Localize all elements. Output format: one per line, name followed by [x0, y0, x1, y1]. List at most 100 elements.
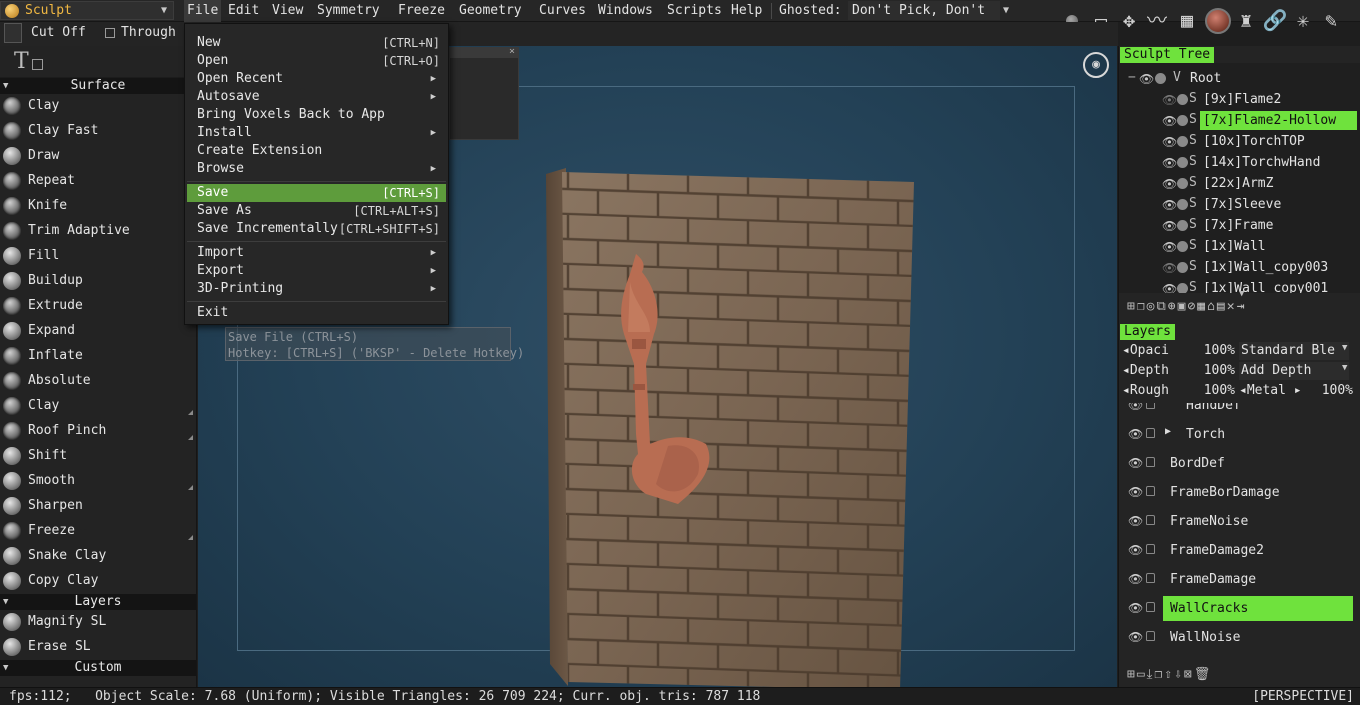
eye-icon[interactable]: 👁 [1162, 114, 1177, 128]
ghost-toggle-icon[interactable] [1177, 241, 1188, 252]
menu-file[interactable]: File [184, 0, 222, 22]
section-header-surface[interactable]: ▼ Surface [0, 78, 196, 94]
tree-row[interactable]: 👁 S [1x]Wall_copy003 [1119, 257, 1360, 278]
tool-draw[interactable]: Draw [0, 144, 196, 169]
tool-extrude[interactable]: Extrude [0, 294, 196, 319]
layer-row-framenoise[interactable]: 👁 FrameNoise [1119, 507, 1360, 536]
menu-item-install[interactable]: Install ▶ [187, 124, 446, 142]
menu-item-exit[interactable]: Exit [187, 304, 446, 322]
cut-off-toggle[interactable] [4, 23, 22, 43]
menu-symmetry[interactable]: Symmetry [314, 0, 383, 22]
tool-sharpen[interactable]: Sharpen [0, 494, 196, 519]
ghost-toggle-icon[interactable] [1177, 136, 1188, 147]
merge-icon[interactable]: ⊕ [1168, 299, 1178, 314]
lock-icon[interactable] [1146, 544, 1155, 554]
delete-layer-icon[interactable]: 🗑 [1194, 667, 1213, 682]
document-icon[interactable]: ▤ [1217, 299, 1227, 314]
lock-icon[interactable] [1146, 573, 1155, 583]
mask-icon[interactable]: ♜ [1233, 5, 1259, 35]
layer-row-wallnoise[interactable]: 👁 WallNoise [1119, 623, 1360, 652]
section-header-layers[interactable]: ▼ Layers [0, 594, 196, 610]
tool-fill[interactable]: Fill [0, 244, 196, 269]
square-icon[interactable] [32, 59, 43, 70]
move-down-icon[interactable]: ⇩ [1174, 667, 1184, 682]
chevron-down-icon[interactable]: ▼ [1003, 0, 1009, 22]
tool-clay-fast[interactable]: Clay Fast [0, 119, 196, 144]
eye-hidden-icon[interactable]: 👁 [1162, 93, 1177, 107]
tool-erase-sl[interactable]: Erase SL [0, 635, 196, 660]
material-sphere-icon[interactable] [1205, 8, 1231, 34]
tool-knife[interactable]: Knife [0, 194, 196, 219]
tool-freeze[interactable]: Freeze [0, 519, 196, 544]
menu-item-save-as[interactable]: Save As [CTRL+ALT+S] [187, 202, 446, 220]
blend-mode-select[interactable]: Standard Ble [1239, 342, 1349, 360]
eye-icon[interactable]: 👁 [1128, 630, 1143, 644]
menu-item-import[interactable]: Import ▶ [187, 244, 446, 262]
tool-clay[interactable]: Clay [0, 94, 196, 119]
delete-icon[interactable]: ✕ [1227, 299, 1237, 314]
tool-trim-adaptive[interactable]: Trim Adaptive [0, 219, 196, 244]
menu-view[interactable]: View [269, 0, 306, 22]
eye-hidden-icon[interactable]: 👁 [1162, 261, 1177, 275]
section-header-custom[interactable]: ▼ Custom [0, 660, 196, 676]
eye-icon[interactable]: 👁 [1128, 485, 1143, 499]
menu-item-new[interactable]: New [CTRL+N] [187, 34, 446, 52]
move-up-icon[interactable]: ⇧ [1164, 667, 1174, 682]
tool-clay[interactable]: Clay [0, 394, 196, 419]
depth-mode-select[interactable]: Add Depth [1239, 362, 1349, 380]
lock-icon[interactable]: ⌂ [1207, 299, 1217, 314]
rough-label[interactable]: ◂Rough [1122, 383, 1169, 398]
checker-pattern-icon[interactable]: ▦ [1174, 5, 1200, 35]
eye-icon[interactable]: 👁 [1128, 543, 1143, 557]
opacity-label[interactable]: ◂Opaci [1122, 343, 1169, 358]
menu-curves[interactable]: Curves [536, 0, 589, 22]
duplicate-icon[interactable]: ❐ [1137, 299, 1147, 314]
add-folder-icon[interactable]: ▭ [1137, 667, 1147, 682]
tool-options-corner-icon[interactable] [188, 435, 193, 440]
menu-item-autosave[interactable]: Autosave ▶ [187, 88, 446, 106]
layer-row-handdef[interactable]: 👁 HandDef [1119, 403, 1360, 420]
split-icon[interactable]: ⊘ [1187, 299, 1197, 314]
tree-row-root[interactable]: − 👁 V Root [1119, 68, 1360, 89]
link-icon[interactable]: 🔗 [1262, 5, 1288, 35]
ghost-toggle-icon[interactable] [1177, 199, 1188, 210]
layer-row-framedamage[interactable]: 👁 FrameDamage [1119, 565, 1360, 594]
stroke-icon[interactable]: 〰 [1144, 5, 1170, 35]
lock-icon[interactable] [1146, 428, 1155, 438]
ghost-toggle-icon[interactable] [1177, 94, 1188, 105]
menu-item-export[interactable]: Export ▶ [187, 262, 446, 280]
tab-layers[interactable]: Layers [1120, 324, 1175, 340]
tree-row[interactable]: 👁 S [7x]Frame [1119, 215, 1360, 236]
projection-mode[interactable]: [PERSPECTIVE] [1252, 689, 1354, 704]
menu-help[interactable]: Help [728, 0, 765, 22]
tool-copy-clay[interactable]: Copy Clay [0, 569, 196, 594]
collapse-icon[interactable]: − [1128, 70, 1136, 85]
tool-options-corner-icon[interactable] [188, 410, 193, 415]
eye-icon[interactable]: 👁 [1128, 601, 1143, 615]
sphere-volume-icon[interactable]: ◎ [1147, 299, 1157, 314]
eye-icon[interactable]: 👁 [1162, 156, 1177, 170]
tool-options-corner-icon[interactable] [188, 535, 193, 540]
tree-row[interactable]: 👁 S [9x]Flame2 [1119, 89, 1360, 110]
duplicate-layer-icon[interactable]: ❐ [1154, 667, 1164, 682]
layer-row-torch[interactable]: 👁 ▶ Torch [1119, 420, 1360, 449]
metal-value[interactable]: 100% [1299, 383, 1353, 398]
eye-icon[interactable]: 👁 [1162, 282, 1177, 293]
symmetry-star-icon[interactable]: ✳ [1290, 5, 1316, 35]
eye-icon[interactable]: 👁 [1162, 135, 1177, 149]
menu-item-save[interactable]: Save [CTRL+S] [187, 184, 446, 202]
eye-icon[interactable]: 👁 [1162, 219, 1177, 233]
metal-label[interactable]: ◂Metal ▸ [1239, 383, 1302, 398]
text-tool-icon[interactable]: T [14, 49, 29, 74]
tool-options-corner-icon[interactable] [188, 485, 193, 490]
pen-icon[interactable]: ✎ [1318, 5, 1344, 35]
scroll-down-icon[interactable]: ▼ [1239, 289, 1244, 299]
menu-item-open-recent[interactable]: Open Recent ▶ [187, 70, 446, 88]
tree-row[interactable]: 👁 S [22x]ArmZ [1119, 173, 1360, 194]
eye-icon[interactable]: 👁 [1162, 177, 1177, 191]
layer-row-borddef[interactable]: 👁 BordDef [1119, 449, 1360, 478]
eye-icon[interactable]: 👁 [1162, 240, 1177, 254]
ghost-toggle-icon[interactable] [1177, 283, 1188, 293]
tool-smooth[interactable]: Smooth [0, 469, 196, 494]
chevron-down-icon[interactable]: ▼ [1342, 363, 1347, 373]
